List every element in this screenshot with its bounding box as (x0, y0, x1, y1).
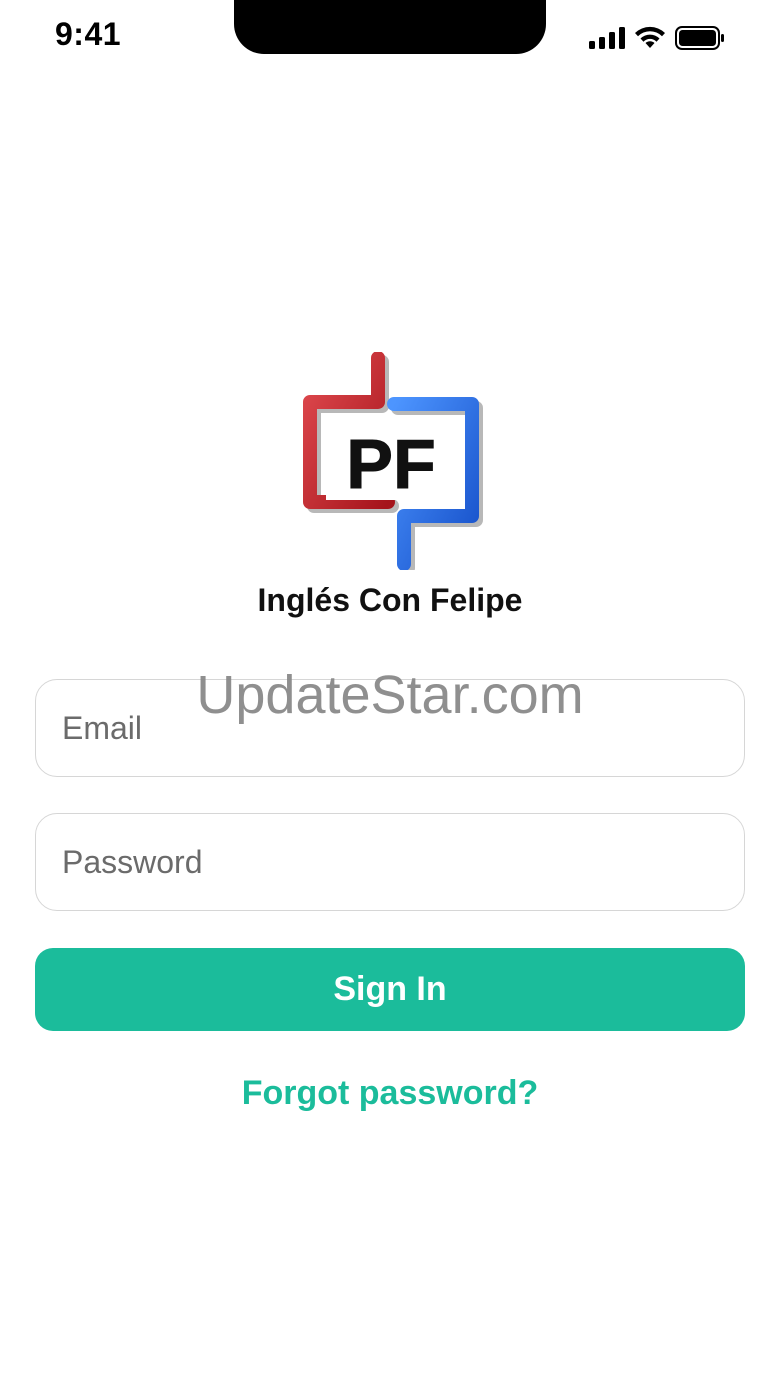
app-name: Inglés Con Felipe (257, 582, 523, 618)
wifi-icon (633, 26, 667, 50)
logo-text: PF (346, 425, 435, 503)
status-bar: 9:41 (0, 0, 780, 80)
app-logo: PF (296, 351, 486, 575)
cellular-signal-icon (589, 27, 625, 49)
forgot-password-link[interactable]: Forgot password? (0, 1074, 780, 1113)
sign-in-button[interactable]: Sign In (35, 948, 745, 1031)
password-field[interactable] (35, 813, 745, 911)
notch (234, 0, 546, 54)
email-field[interactable] (35, 679, 745, 777)
battery-icon (675, 25, 725, 51)
status-icons (589, 24, 725, 52)
password-input[interactable] (36, 814, 744, 910)
email-input[interactable] (36, 680, 744, 776)
status-time: 9:41 (55, 16, 122, 52)
